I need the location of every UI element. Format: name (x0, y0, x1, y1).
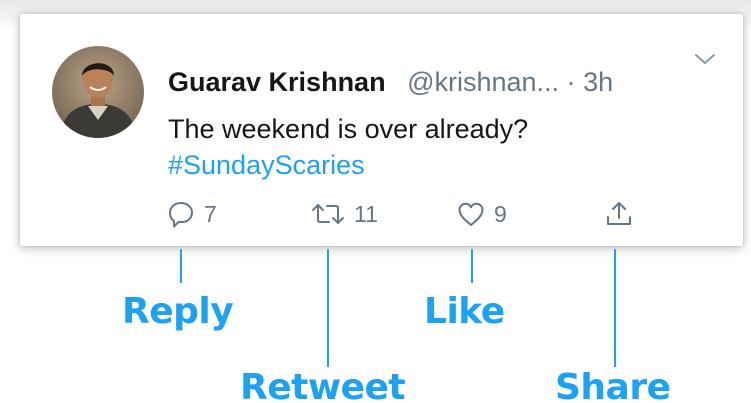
share-callout-line (614, 249, 616, 367)
author-handle[interactable]: @krishnan... (407, 67, 559, 97)
header-separator: · (566, 67, 576, 97)
like-icon (456, 199, 486, 229)
tweet-text: The weekend is over already? (168, 114, 529, 144)
share-icon (604, 199, 634, 229)
like-count: 9 (494, 200, 507, 227)
tweet-timestamp[interactable]: 3h (583, 67, 613, 97)
retweet-button[interactable]: 11 (310, 198, 378, 230)
author-name[interactable]: Guarav Krishnan (168, 67, 386, 97)
hashtag-link[interactable]: #SundayScaries (168, 148, 365, 182)
retweet-count: 11 (354, 200, 378, 227)
tweet-card[interactable]: Guarav Krishnan @krishnan... · 3h The we… (20, 14, 743, 246)
retweet-icon (310, 199, 346, 229)
retweet-callout-line (327, 249, 329, 367)
like-callout-line (471, 249, 473, 283)
avatar[interactable] (52, 46, 144, 138)
reply-callout-label: Reply (122, 291, 234, 332)
retweet-callout-label: Retweet (240, 367, 406, 403)
annotated-tweet-screenshot: Guarav Krishnan @krishnan... · 3h The we… (0, 0, 751, 403)
like-button[interactable]: 9 (456, 198, 507, 230)
reply-count: 7 (204, 200, 217, 227)
reply-callout-line (180, 249, 182, 283)
like-callout-label: Like (424, 291, 505, 332)
share-callout-label: Share (555, 367, 671, 403)
share-button[interactable] (604, 198, 634, 230)
tweet-header: Guarav Krishnan @krishnan... · 3h (168, 66, 613, 98)
chevron-down-icon[interactable] (693, 51, 717, 67)
reply-button[interactable]: 7 (166, 198, 217, 230)
reply-icon (166, 199, 196, 229)
